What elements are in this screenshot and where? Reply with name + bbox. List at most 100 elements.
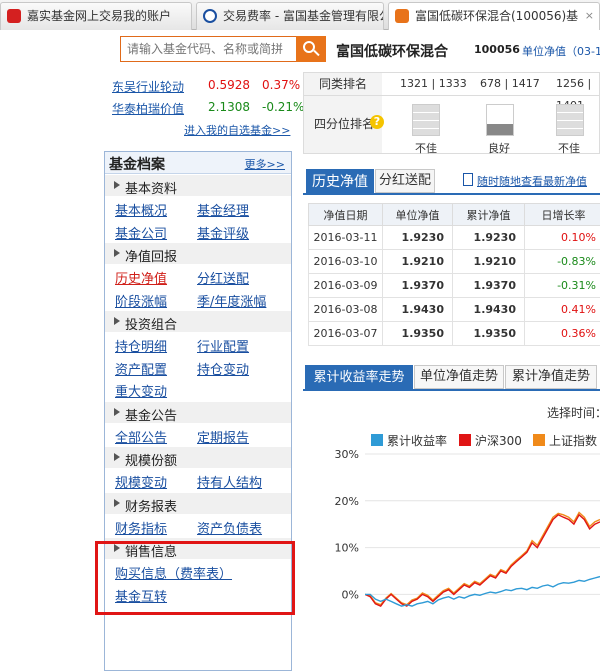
table-cell: 0.10% xyxy=(525,226,600,250)
table-cell: 1.9370 xyxy=(453,274,525,298)
archive-link[interactable]: 基金公司 xyxy=(115,223,167,242)
column-header: 净值日期 xyxy=(309,204,383,226)
archive-link[interactable]: 历史净值 xyxy=(115,268,167,287)
table-cell: -0.83% xyxy=(525,250,600,274)
archive-link[interactable]: 基金经理 xyxy=(197,200,249,219)
archive-section-title: 基本资料 xyxy=(125,178,177,197)
table-row: 2016-03-081.94301.94300.41% xyxy=(309,298,600,322)
tab-acc-nav-trend[interactable]: 累计净值走势 xyxy=(505,365,597,389)
table-row: 2016-03-071.93501.93500.36% xyxy=(309,322,600,346)
mobile-nav-link[interactable]: 随时随地查看最新净值 xyxy=(477,173,587,189)
archive-link[interactable]: 资产配置 xyxy=(115,359,167,378)
help-icon[interactable]: ? xyxy=(370,115,384,129)
table-header-row: 净值日期 单位净值 累计净值 日增长率 xyxy=(309,204,600,226)
chart-legend: 累计收益率 沪深300 上证指数 xyxy=(371,432,600,448)
table-cell: 1.9370 xyxy=(383,274,453,298)
table-cell: 1.9230 xyxy=(453,226,525,250)
table-cell: 2016-03-09 xyxy=(309,274,383,298)
favorite-fund-change: 0.37% xyxy=(262,78,300,92)
archive-link[interactable]: 规模变动 xyxy=(115,472,167,491)
peer-rank-row: 同类排名 1321 | 1333 678 | 1417 1256 | 1401 xyxy=(303,72,600,96)
archive-link[interactable]: 持仓明细 xyxy=(115,336,167,355)
favorite-fund-name[interactable]: 东吴行业轮动 xyxy=(112,78,184,95)
table-cell: 2016-03-11 xyxy=(309,226,383,250)
archive-link[interactable]: 全部公告 xyxy=(115,427,167,446)
table-row: 2016-03-091.93701.9370-0.31% xyxy=(309,274,600,298)
browser-tab-label: 富国低碳环保混合(100056)基 xyxy=(415,3,578,29)
select-time-label: 选择时间： xyxy=(547,404,600,421)
favorite-fund-name[interactable]: 华泰柏瑞价值 xyxy=(112,100,184,117)
quartile-bar xyxy=(412,104,440,136)
archive-link[interactable]: 阶段涨幅 xyxy=(115,291,167,310)
tab-cumulative-return[interactable]: 累计收益率走势 xyxy=(305,365,413,391)
archive-link[interactable]: 财务指标 xyxy=(115,518,167,537)
table-cell: 1.9230 xyxy=(383,226,453,250)
cumulative-return-chart: 30%20%10%0% xyxy=(303,448,600,623)
table-cell: 1.9210 xyxy=(383,250,453,274)
archive-header: 基金档案 更多>> xyxy=(105,152,291,174)
chart-tabs: 累计收益率走势 单位净值走势 累计净值走势 xyxy=(303,365,600,391)
quartile-bar xyxy=(556,104,584,136)
archive-link[interactable]: 重大变动 xyxy=(115,381,167,400)
favorite-fund-row[interactable]: 东吴行业轮动 0.5928 0.37% xyxy=(112,78,292,98)
tab-dividends[interactable]: 分红送配 xyxy=(375,169,435,193)
search-button[interactable] xyxy=(296,36,326,62)
peer-rank-value: 1321 | 1333 xyxy=(400,73,467,95)
table-cell: 1.9430 xyxy=(383,298,453,322)
unit-nav-label: 单位净值（03-1 xyxy=(522,43,600,59)
table-cell: 0.36% xyxy=(525,322,600,346)
browser-tab-jiashi[interactable]: 嘉实基金网上交易我的账户 xyxy=(0,2,192,30)
archive-link[interactable]: 行业配置 xyxy=(197,336,249,355)
browser-tab-fullgoal[interactable]: 交易费率 - 富国基金管理有限公 xyxy=(196,2,384,30)
archive-link[interactable]: 基金评级 xyxy=(197,223,249,242)
tab-history-nav[interactable]: 历史净值 xyxy=(306,169,374,195)
favorite-fund-row[interactable]: 华泰柏瑞价值 2.1308 -0.21% xyxy=(112,100,292,120)
series-line-1 xyxy=(365,515,600,606)
tab-unit-nav-trend[interactable]: 单位净值走势 xyxy=(414,365,504,389)
mobile-phone-icon xyxy=(463,173,473,186)
fund-search-input[interactable] xyxy=(120,36,296,62)
archive-link[interactable]: 季/年度涨幅 xyxy=(197,291,266,310)
y-tick-label: 30% xyxy=(335,448,359,461)
legend-swatch xyxy=(459,434,471,446)
quartile-text: 良好 xyxy=(488,140,510,156)
column-header: 日增长率 xyxy=(525,204,600,226)
triangle-right-icon xyxy=(114,317,120,325)
series-line-2 xyxy=(365,513,600,605)
archive-section-header: 基本资料 xyxy=(105,175,291,196)
highlight-box xyxy=(95,541,295,615)
archive-link[interactable]: 持仓变动 xyxy=(197,359,249,378)
table-cell: 1.9350 xyxy=(453,322,525,346)
archive-link[interactable]: 定期报告 xyxy=(197,427,249,446)
eastmoney-logo-icon xyxy=(395,9,409,23)
y-tick-label: 0% xyxy=(342,588,359,601)
table-row: 2016-03-111.92301.92300.10% xyxy=(309,226,600,250)
triangle-right-icon xyxy=(114,499,120,507)
legend-swatch xyxy=(371,434,383,446)
nav-history-tabs: 历史净值 分红送配 随时随地查看最新净值 xyxy=(303,169,600,195)
archive-section-header: 基金公告 xyxy=(105,402,291,423)
archive-link[interactable]: 资产负债表 xyxy=(197,518,262,537)
quartile-rank-row: 四分位排名 ? 不佳 良好 不佳 xyxy=(303,96,600,154)
table-row: 2016-03-101.92101.9210-0.83% xyxy=(309,250,600,274)
goto-favorites-link[interactable]: 进入我的自选基金>> xyxy=(184,122,290,138)
main-content: 同类排名 1321 | 1333 678 | 1417 1256 | 1401 … xyxy=(303,72,600,623)
legend-label[interactable]: 上证指数 xyxy=(549,432,597,449)
browser-tab-fund-detail[interactable]: 富国低碳环保混合(100056)基 × xyxy=(388,2,600,30)
table-cell: 0.41% xyxy=(525,298,600,322)
archive-link[interactable]: 持有人结构 xyxy=(197,472,262,491)
column-header: 累计净值 xyxy=(453,204,525,226)
table-cell: 1.9210 xyxy=(453,250,525,274)
close-tab-icon[interactable]: × xyxy=(585,3,594,29)
archive-section-title: 财务报表 xyxy=(125,496,177,515)
browser-tab-strip: 嘉实基金网上交易我的账户 交易费率 - 富国基金管理有限公 富国低碳环保混合(1… xyxy=(0,0,600,30)
archive-link[interactable]: 基本概况 xyxy=(115,200,167,219)
archive-title: 基金档案 xyxy=(109,154,165,174)
legend-label[interactable]: 沪深300 xyxy=(475,432,522,449)
archive-section-title: 投资组合 xyxy=(125,314,177,333)
fund-code: 100056 xyxy=(474,43,520,56)
table-cell: 2016-03-10 xyxy=(309,250,383,274)
archive-link[interactable]: 分红送配 xyxy=(197,268,249,287)
legend-label[interactable]: 累计收益率 xyxy=(387,432,447,449)
archive-more-link[interactable]: 更多>> xyxy=(245,156,285,172)
